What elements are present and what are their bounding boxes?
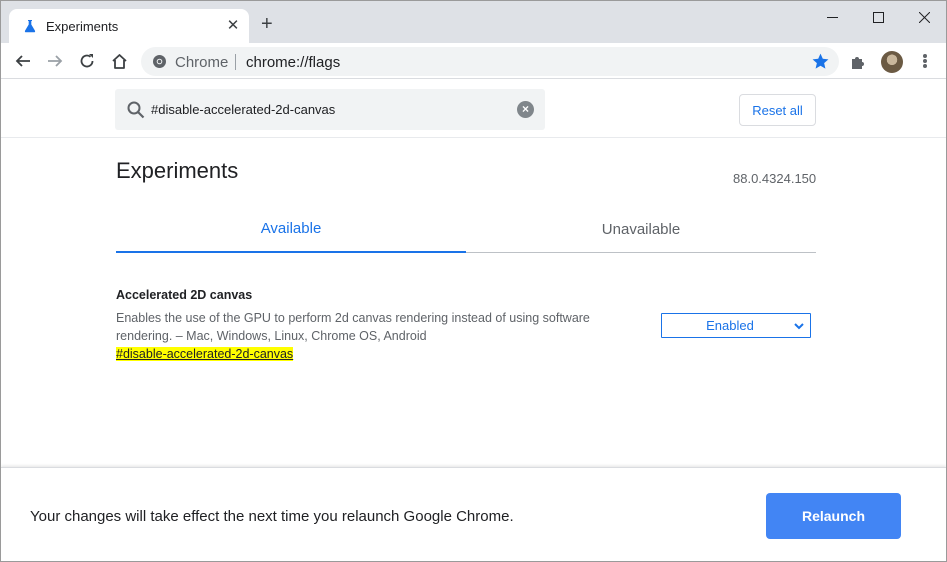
flask-icon — [24, 20, 36, 33]
flag-search-box: × — [115, 89, 545, 130]
flags-header: × Reset all — [1, 80, 946, 138]
reload-icon — [80, 54, 94, 68]
star-icon[interactable] — [811, 52, 830, 71]
experiment-state-select[interactable]: Enabled — [661, 313, 811, 338]
minimize-icon — [826, 16, 838, 18]
tab-experiments[interactable]: Experiments ✕ — [9, 9, 249, 43]
page-title: Experiments — [116, 158, 239, 183]
maximize-icon — [872, 11, 884, 23]
relaunch-button[interactable]: Relaunch — [766, 493, 901, 539]
forward-arrow-icon — [48, 55, 63, 67]
chrome-logo-icon — [153, 55, 166, 68]
select-value: Enabled — [706, 318, 754, 333]
omnibox-divider — [235, 54, 236, 70]
reset-all-button[interactable]: Reset all — [739, 94, 816, 126]
search-input[interactable] — [151, 97, 501, 121]
close-window-button[interactable] — [901, 1, 946, 33]
experiment-permalink[interactable]: #disable-accelerated-2d-canvas — [116, 347, 294, 361]
experiment-item: Accelerated 2D canvas Enables the use of… — [116, 288, 816, 361]
reload-button[interactable] — [73, 47, 101, 75]
clear-search-icon[interactable]: × — [517, 101, 534, 118]
relaunch-bar: Your changes will take effect the next t… — [1, 467, 946, 561]
url-text[interactable]: chrome://flags — [246, 54, 340, 71]
kebab-menu-icon[interactable] — [916, 52, 934, 70]
browser-toolbar: Chrome chrome://flags — [1, 43, 946, 79]
avatar[interactable] — [881, 51, 903, 73]
close-icon — [918, 11, 930, 23]
browser-window: Experiments ✕ + Chrome chrome://flags #d… — [0, 0, 947, 562]
puzzle-icon[interactable] — [849, 52, 869, 72]
tab-close-icon[interactable]: ✕ — [225, 18, 241, 34]
home-button[interactable] — [105, 47, 133, 75]
experiment-description: Enables the use of the GPU to perform 2d… — [116, 311, 590, 343]
minimize-button[interactable] — [809, 1, 855, 33]
search-icon — [127, 101, 145, 119]
maximize-button[interactable] — [855, 1, 901, 33]
site-chip: Chrome — [175, 54, 229, 71]
version-label: 88.0.4324.150 — [733, 171, 817, 186]
address-bar[interactable]: Chrome chrome://flags — [141, 47, 839, 76]
home-icon — [111, 53, 127, 69]
experiment-name: Accelerated 2D canvas — [116, 288, 253, 302]
tab-title: Experiments — [46, 19, 119, 34]
tab-available[interactable]: Available — [116, 206, 466, 253]
new-tab-button[interactable]: + — [261, 14, 273, 34]
forward-button[interactable] — [41, 47, 69, 75]
tab-strip: Experiments ✕ + — [1, 1, 946, 43]
relaunch-message: Your changes will take effect the next t… — [30, 508, 514, 525]
back-arrow-icon — [15, 55, 30, 67]
chevron-down-icon — [794, 323, 804, 330]
back-button[interactable] — [9, 47, 37, 75]
tab-unavailable[interactable]: Unavailable — [466, 206, 816, 252]
flags-tabs: Available Unavailable — [116, 206, 816, 253]
